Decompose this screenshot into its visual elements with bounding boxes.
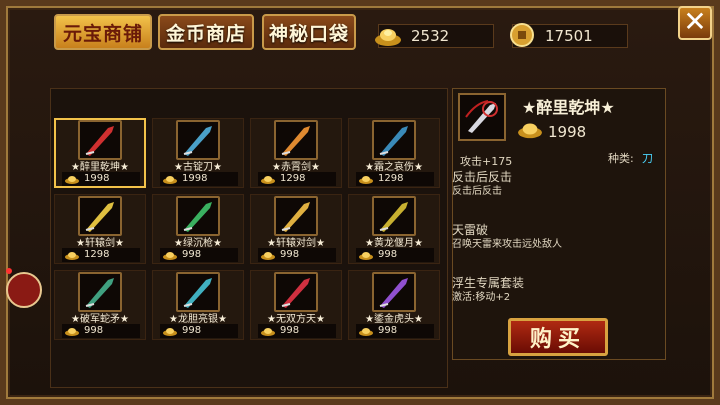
item-7[interactable]: ★黄龙偃月★ 998: [348, 194, 440, 264]
item-5[interactable]: ★绿沉枪★ 998: [152, 194, 244, 264]
item-11[interactable]: ★鋈金虎头★ 998: [348, 270, 440, 340]
item-price: 998: [258, 248, 336, 262]
item-price: 1998: [160, 172, 238, 186]
ingot-icon: [65, 176, 79, 184]
item-price: 1298: [356, 172, 434, 186]
item-0[interactable]: ★醉里乾坤★ 1998: [54, 118, 146, 188]
item-3[interactable]: ★霜之哀伤★ 1298: [348, 118, 440, 188]
weapon-icon: [274, 272, 318, 312]
skill1-desc: 反击后反击: [452, 186, 502, 197]
item-name: ★轩辕对剑★: [267, 238, 325, 249]
item-6[interactable]: ★轩辕对剑★ 998: [250, 194, 342, 264]
item-price-value: 998: [378, 325, 398, 336]
ingot-icon: [261, 328, 275, 336]
item-price: 1998: [62, 172, 140, 186]
item-price-value: 998: [378, 249, 398, 260]
weapon-icon: [372, 120, 416, 160]
ingot-icon: [261, 176, 275, 184]
item-name: ★醉里乾坤★: [71, 162, 129, 173]
weapon-icon: [372, 272, 416, 312]
item-name: ★鋈金虎头★: [365, 314, 423, 325]
ingot-icon: [359, 252, 373, 260]
ingot-amount: 2532: [411, 27, 450, 45]
gold-coin-icon: [510, 23, 534, 47]
gold-balance: 17501: [510, 23, 628, 48]
detail-type-value: 刀: [642, 152, 653, 165]
item-price-value: 998: [84, 325, 104, 336]
item-name: ★龙胆亮银★: [169, 314, 227, 325]
tab-ingot-shop[interactable]: 元宝商铺: [54, 14, 152, 50]
item-2[interactable]: ★赤霄剑★ 1298: [250, 118, 342, 188]
close-icon: ✕: [683, 5, 707, 38]
item-1[interactable]: ★古锭刀★ 1998: [152, 118, 244, 188]
ingot-icon: [261, 252, 275, 260]
detail-ingot-icon: [518, 123, 542, 139]
ingot-icon: [65, 252, 79, 260]
item-name: ★无双方天★: [267, 314, 325, 325]
item-price: 998: [258, 324, 336, 338]
item-price-value: 1298: [378, 173, 404, 184]
gold-amount: 17501: [545, 27, 593, 45]
item-name: ★霜之哀伤★: [365, 162, 423, 173]
item-price-value: 998: [182, 325, 202, 336]
detail-item-name: ★醉里乾坤★: [522, 98, 615, 117]
item-price-value: 1298: [280, 173, 306, 184]
notification-dot: [6, 268, 12, 274]
item-price-value: 998: [182, 249, 202, 260]
item-price-value: 998: [280, 249, 300, 260]
weapon-icon: [78, 120, 122, 160]
skill2-desc: 召唤天雷来攻击远处敌人: [452, 239, 562, 250]
buy-button[interactable]: 购买: [508, 318, 608, 356]
item-4[interactable]: ★轩辕剑★ 1298: [54, 194, 146, 264]
item-price: 998: [160, 324, 238, 338]
weapon-icon: [176, 120, 220, 160]
item-price: 998: [356, 248, 434, 262]
item-price-value: 998: [280, 325, 300, 336]
detail-item-icon: [458, 93, 506, 141]
close-button[interactable]: ✕: [678, 6, 712, 40]
ingot-icon: [65, 328, 79, 336]
item-10[interactable]: ★无双方天★ 998: [250, 270, 342, 340]
item-name: ★黄龙偃月★: [365, 238, 423, 249]
set-desc: 激活:移动+2: [452, 292, 511, 303]
item-name: ★古锭刀★: [174, 162, 222, 173]
side-menu-badge-icon[interactable]: [6, 272, 42, 308]
item-name: ★破军蛇矛★: [71, 314, 129, 325]
item-price: 1298: [62, 248, 140, 262]
ingot-icon: [163, 176, 177, 184]
weapon-icon: [372, 196, 416, 236]
detail-type-label: 种类:: [608, 152, 634, 165]
weapon-icon: [78, 196, 122, 236]
item-price-value: 1298: [84, 249, 110, 260]
item-name: ★轩辕剑★: [76, 238, 124, 249]
ingot-icon: [163, 328, 177, 336]
ingot-icon: [359, 328, 373, 336]
item-price-value: 1998: [182, 173, 208, 184]
tab-gold-shop[interactable]: 金币商店: [158, 14, 254, 50]
item-price: 998: [160, 248, 238, 262]
item-8[interactable]: ★破军蛇矛★ 998: [54, 270, 146, 340]
ingot-icon: [375, 29, 401, 46]
item-price: 998: [62, 324, 140, 338]
ingot-icon: [163, 252, 177, 260]
weapon-icon: [176, 196, 220, 236]
detail-item-price: 1998: [548, 123, 587, 141]
tab-mystery-bag[interactable]: 神秘口袋: [262, 14, 356, 50]
ingot-icon: [359, 176, 373, 184]
item-price: 1298: [258, 172, 336, 186]
weapon-icon: [274, 196, 318, 236]
weapon-icon: [274, 120, 318, 160]
item-price-value: 1998: [84, 173, 110, 184]
item-name: ★赤霄剑★: [272, 162, 320, 173]
item-9[interactable]: ★龙胆亮银★ 998: [152, 270, 244, 340]
item-name: ★绿沉枪★: [174, 238, 222, 249]
weapon-icon: [78, 272, 122, 312]
item-price: 998: [356, 324, 434, 338]
ingot-balance: 2532: [375, 24, 494, 48]
detail-stat: 攻击+175: [460, 155, 513, 168]
weapon-icon: [176, 272, 220, 312]
